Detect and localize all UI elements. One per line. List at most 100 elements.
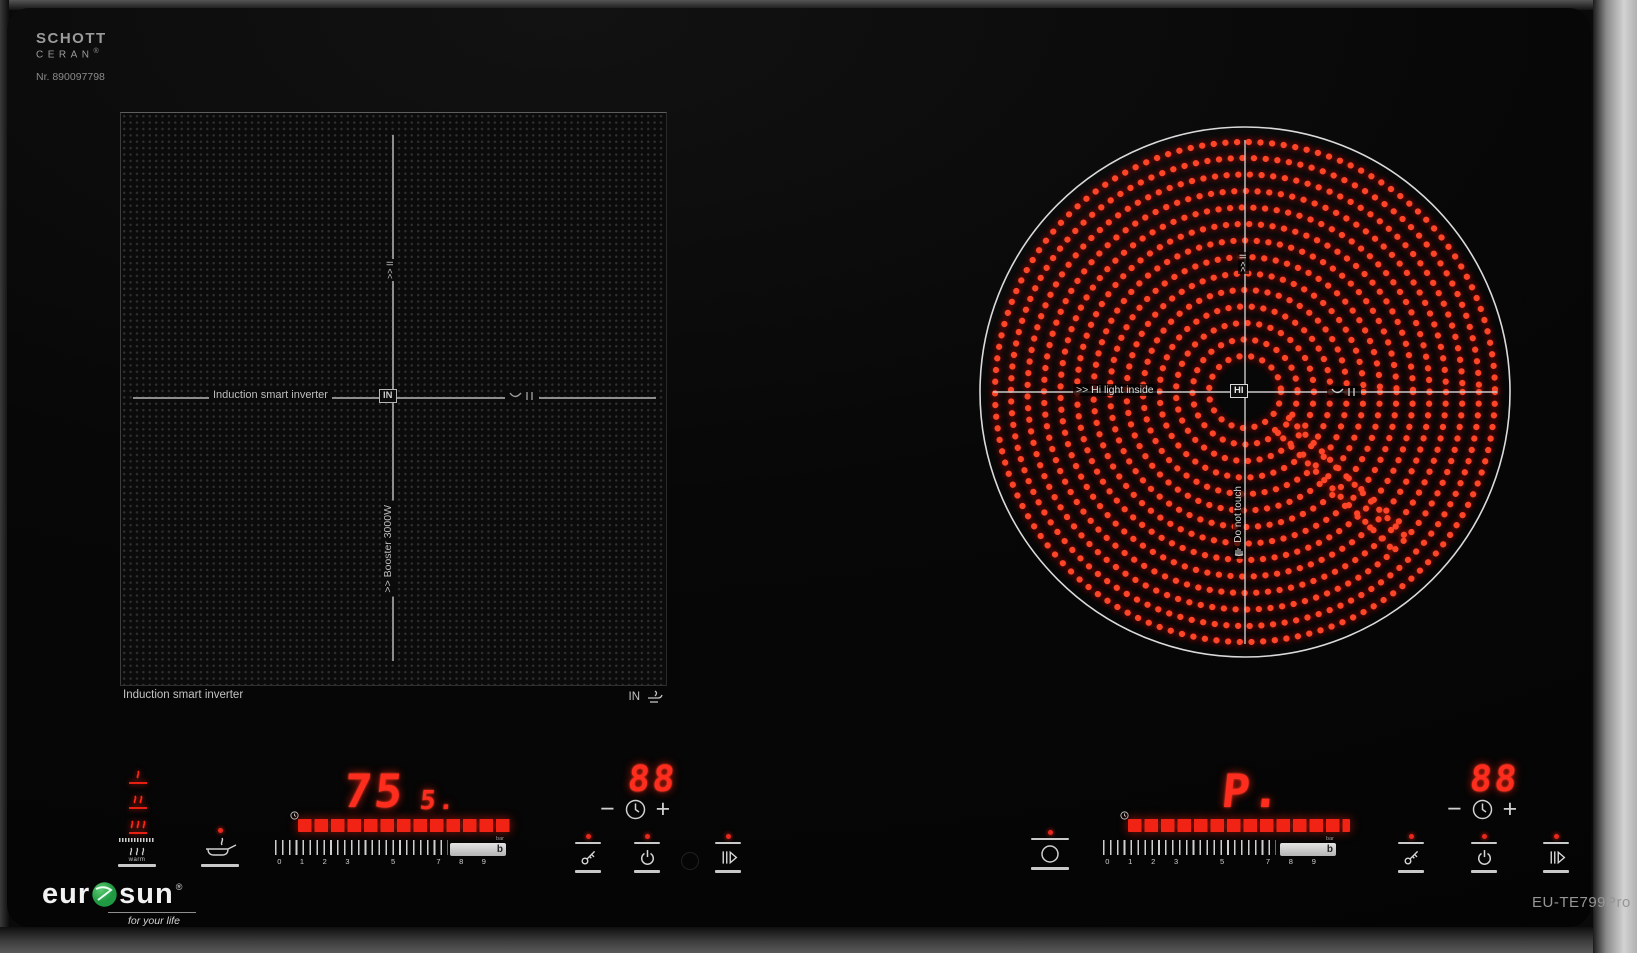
hotplate-circle-icon xyxy=(1039,843,1061,865)
clock-icon[interactable] xyxy=(624,798,647,821)
logo-tagline: for your life xyxy=(128,915,196,927)
scale-labels: 01235789 xyxy=(1104,856,1326,866)
key-icon xyxy=(578,847,599,868)
left-power-display: 75 xyxy=(342,768,408,814)
induction-zone[interactable]: Induction smart inverter IN >> II >> Boo… xyxy=(120,112,667,686)
left-power-scale[interactable]: bar b 01235789 xyxy=(272,840,508,866)
warm-top-bar xyxy=(119,838,155,842)
booster-pad[interactable]: bar b xyxy=(450,843,506,856)
pause-play-icon xyxy=(718,847,739,868)
lock-led xyxy=(586,834,591,839)
power-top-bar xyxy=(1471,842,1497,845)
scale-ticks xyxy=(1103,840,1276,855)
right-power-bar[interactable] xyxy=(1128,819,1350,832)
left-display-sub: 5. xyxy=(419,788,459,814)
right-lock-button[interactable] xyxy=(1391,834,1431,873)
timer-minus-button[interactable]: − xyxy=(600,797,615,822)
scale-number: 2 xyxy=(323,857,327,866)
left-power-bar[interactable] xyxy=(298,819,512,832)
heat-level-1-icon xyxy=(124,766,152,786)
timer-plus-button[interactable]: + xyxy=(1503,797,1518,822)
clock-icon[interactable] xyxy=(1471,798,1494,821)
pan-detection-icon xyxy=(646,689,664,704)
lock-top-bar xyxy=(1398,842,1424,845)
auto-boil-button[interactable] xyxy=(196,828,244,867)
zone-top-marker: >> II xyxy=(385,259,396,281)
lock-led xyxy=(1409,834,1414,839)
pan-symbol-icon xyxy=(505,390,539,402)
left-power-button[interactable] xyxy=(627,834,667,873)
right-power-scale[interactable]: bar b 01235789 xyxy=(1100,840,1338,866)
pause-bottom-bar xyxy=(1543,870,1569,873)
right-timer-display: 88 xyxy=(1468,762,1521,798)
booster-note: bar xyxy=(496,836,504,842)
radiant-zone[interactable]: >> Hi light inside HI >> II Do not touch xyxy=(977,124,1513,660)
scale-number: 7 xyxy=(436,857,440,866)
scale-ticks xyxy=(275,840,448,855)
do-not-touch-warning: Do not touch xyxy=(1233,484,1244,559)
timer-minus-button[interactable]: − xyxy=(1447,797,1462,822)
scale-number: 8 xyxy=(1289,857,1293,866)
keep-warm-button[interactable]: warm xyxy=(118,838,156,867)
scale-number: 5 xyxy=(1220,857,1224,866)
power-icon xyxy=(637,847,658,868)
scale-number: 8 xyxy=(459,857,463,866)
scale-number: 7 xyxy=(1266,857,1270,866)
scale-number: 0 xyxy=(277,857,281,866)
eurosun-logo: eur sun ® for your life xyxy=(42,880,196,927)
booster-label: b xyxy=(497,845,503,855)
scale-number: 9 xyxy=(482,857,486,866)
power-led xyxy=(1482,834,1487,839)
power-bottom-bar xyxy=(1471,870,1497,873)
zone-select-bottom-bar xyxy=(1031,867,1069,870)
model-number: EU-TE799Pro xyxy=(1532,894,1631,911)
scale-number: 5 xyxy=(391,857,395,866)
lock-top-bar xyxy=(575,842,601,845)
power-led xyxy=(645,834,650,839)
pause-top-bar xyxy=(715,842,741,845)
power-top-bar xyxy=(634,842,660,845)
left-timer-display: 88 xyxy=(626,762,679,798)
scale-number: 1 xyxy=(1128,857,1132,866)
warm-bottom-bar xyxy=(118,864,156,867)
zone-bottom-right: IN xyxy=(629,689,665,704)
right-pause-button[interactable] xyxy=(1536,834,1576,873)
scale-number: 0 xyxy=(1105,857,1109,866)
cooktop-product-photo: SCHOTT CERAN® Nr. 890097798 Induction sm… xyxy=(0,0,1637,953)
in-label: IN xyxy=(629,691,641,703)
residual-heat-indicators xyxy=(124,766,152,836)
zone-bottom-label: Induction smart inverter xyxy=(123,689,243,701)
booster-pad[interactable]: bar b xyxy=(1280,843,1336,856)
sensor-dot xyxy=(681,852,699,870)
serial-number: Nr. 890097798 xyxy=(36,71,105,83)
logo-text-pre: eur xyxy=(42,880,90,909)
warm-label: warm xyxy=(129,857,146,863)
bezel-bottom xyxy=(0,927,1637,953)
brand-name-bottom: CERAN xyxy=(36,49,94,60)
pause-led xyxy=(1554,834,1559,839)
pause-bottom-bar xyxy=(715,870,741,873)
power-bottom-bar xyxy=(634,870,660,873)
lock-bottom-bar xyxy=(575,870,601,873)
right-power-button[interactable] xyxy=(1464,834,1504,873)
pause-play-icon xyxy=(1546,847,1567,868)
tagline-rule xyxy=(108,912,196,913)
brand-name-top: SCHOTT xyxy=(36,30,107,47)
left-pause-button[interactable] xyxy=(708,834,748,873)
zone-inline-label: Induction smart inverter xyxy=(209,389,332,401)
pan-flame-icon xyxy=(202,836,238,862)
scale-number: 3 xyxy=(1174,857,1178,866)
booster-note: bar xyxy=(1326,836,1334,842)
scale-number: 3 xyxy=(345,857,349,866)
zone-select-led xyxy=(1048,830,1053,835)
steam-icon xyxy=(125,843,149,856)
timer-plus-button[interactable]: + xyxy=(656,797,671,822)
boil-led xyxy=(218,828,223,833)
touch-hand-icon xyxy=(1233,546,1244,557)
pan-symbol-icon xyxy=(1327,386,1361,398)
zone-top-marker: >> II xyxy=(1238,252,1249,274)
booster-label: b xyxy=(1327,845,1333,855)
left-lock-button[interactable] xyxy=(568,834,608,873)
zone-select-button[interactable] xyxy=(1028,830,1072,870)
heat-level-3-icon xyxy=(124,816,152,836)
